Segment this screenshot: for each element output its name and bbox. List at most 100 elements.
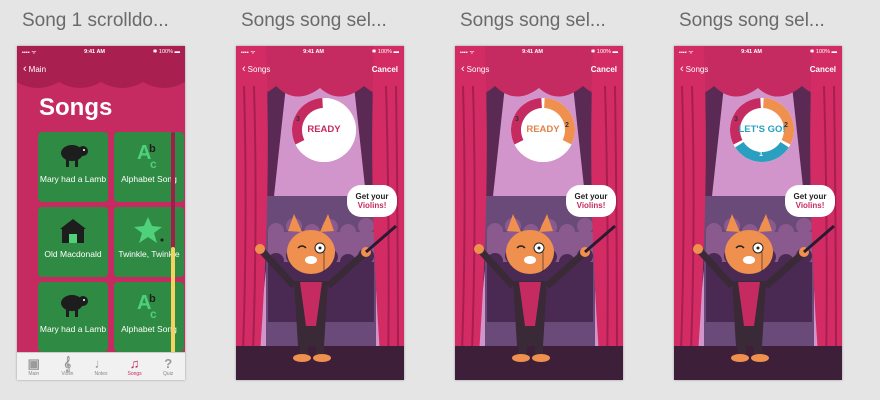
- back-label: Songs: [466, 64, 490, 74]
- artboard-title[interactable]: Songs song sel...: [460, 10, 606, 32]
- back-button[interactable]: ‹ Songs: [680, 63, 708, 75]
- note-icon: ♩: [94, 355, 108, 371]
- status-bar: ▪▪▪▪ ᯤ 9:41 AM ✱ 100% ▬: [236, 46, 404, 57]
- back-label: Songs: [247, 64, 271, 74]
- back-button[interactable]: ‹ Songs: [461, 63, 489, 75]
- countdown-number: 3: [296, 116, 300, 123]
- countdown-dial: READY 3: [292, 98, 356, 162]
- countdown-text: READY: [307, 124, 341, 135]
- page-title: Songs: [39, 94, 113, 121]
- cancel-button[interactable]: Cancel: [591, 65, 617, 74]
- main-icon: ▣: [27, 355, 40, 371]
- signal-indicator: ▪▪▪▪ ᯤ: [460, 49, 475, 56]
- status-bar: ▪▪▪▪ ᯤ 9:41 AM ✱ 100% ▬: [17, 46, 185, 57]
- speech-bubble: Get your Violins!: [566, 185, 616, 217]
- svg-text:b: b: [149, 293, 156, 305]
- bubble-text: Get your: [355, 192, 389, 201]
- music-notes-icon: ♫: [129, 355, 140, 371]
- question-icon: ?: [164, 355, 173, 371]
- bubble-text: Get your: [793, 192, 827, 201]
- songs-list-screen: ▪▪▪▪ ᯤ 9:41 AM ✱ 100% ▬ ‹ Main Songs Mar…: [17, 46, 185, 380]
- countdown-number: 3: [734, 116, 738, 123]
- countdown-dial: READY 3 2: [511, 98, 575, 162]
- speech-bubble: Get your Violins!: [785, 185, 835, 217]
- abc-icon: Abc: [132, 138, 166, 172]
- status-bar: ▪▪▪▪ ᯤ 9:41 AM ✱ 100% ▬: [455, 46, 623, 57]
- chevron-left-icon: ‹: [461, 63, 465, 75]
- artboard-title[interactable]: Song 1 scrolldo...: [22, 10, 169, 32]
- back-button[interactable]: ‹ Main: [23, 63, 46, 75]
- chevron-left-icon: ‹: [23, 63, 27, 75]
- song-tile-label: Old Macdonald: [44, 249, 102, 259]
- status-bar: ▪▪▪▪ ᯤ 9:41 AM ✱ 100% ▬: [674, 46, 842, 57]
- song-tile[interactable]: Mary had a Lamb: [38, 132, 108, 202]
- design-board: Song 1 scrolldo... Songs song sel... Son…: [0, 0, 880, 400]
- artboard-title[interactable]: Songs song sel...: [241, 10, 387, 32]
- tab-label: Notes: [94, 370, 108, 377]
- nav-bar: ‹ Main: [17, 58, 185, 80]
- bubble-highlight: Violins!: [357, 201, 387, 210]
- tab-bar: ▣ Main 𝄞 Violin ♩ Notes ♫ Songs ? Quiz: [17, 352, 185, 380]
- signal-indicator: ▪▪▪▪ ᯤ: [679, 49, 694, 56]
- countdown-number: 3: [515, 116, 519, 123]
- song-select-screen: ▪▪▪▪ ᯤ 9:41 AM ✱ 100% ▬ ‹ Songs Cancel R…: [236, 46, 404, 380]
- bubble-highlight: Violins!: [576, 201, 606, 210]
- countdown-number: 1: [759, 151, 763, 158]
- battery-indicator: ✱ 100% ▬: [371, 48, 399, 55]
- nav-bar: ‹ Songs Cancel: [236, 58, 404, 80]
- cancel-button[interactable]: Cancel: [372, 65, 398, 74]
- song-tile-label: Mary had a Lamb: [39, 324, 107, 334]
- countdown-number: 2: [565, 122, 569, 129]
- battery-indicator: ✱ 100% ▬: [590, 48, 618, 55]
- clock: 9:41 AM: [741, 48, 762, 55]
- song-tile[interactable]: Old Macdonald: [38, 207, 108, 277]
- clock: 9:41 AM: [522, 48, 543, 55]
- clock: 9:41 AM: [84, 48, 105, 55]
- chevron-left-icon: ‹: [680, 63, 684, 75]
- chevron-left-icon: ‹: [242, 63, 246, 75]
- tab-violin[interactable]: 𝄞 Violin: [52, 356, 82, 377]
- song-select-screen: ▪▪▪▪ ᯤ 9:41 AM ✱ 100% ▬ ‹ Songs Cancel L…: [674, 46, 842, 380]
- scrollbar[interactable]: [171, 132, 175, 357]
- song-grid: Mary had a Lamb Abc Alphabet Song Old Ma…: [38, 132, 185, 352]
- tab-label: Songs: [127, 370, 142, 377]
- back-label: Songs: [685, 64, 709, 74]
- song-tile-label: Alphabet Song: [121, 174, 177, 184]
- back-label: Main: [28, 64, 47, 74]
- signal-indicator: ▪▪▪▪ ᯤ: [22, 49, 37, 56]
- tab-label: Quiz: [163, 370, 174, 377]
- svg-text:c: c: [150, 157, 157, 171]
- countdown-text: READY: [526, 124, 560, 135]
- scrollbar-thumb[interactable]: [171, 247, 175, 357]
- countdown-dial: LET'S GO! 321: [730, 98, 794, 162]
- abc-icon: Abc: [132, 288, 166, 322]
- tab-main[interactable]: ▣ Main: [19, 355, 49, 377]
- speech-bubble: Get your Violins!: [347, 185, 397, 217]
- tab-label: Main: [28, 370, 40, 377]
- song-tile-label: Mary had a Lamb: [39, 174, 107, 184]
- song-tile-label: Alphabet Song: [121, 324, 177, 334]
- song-select-screen: ▪▪▪▪ ᯤ 9:41 AM ✱ 100% ▬ ‹ Songs Cancel R…: [455, 46, 623, 380]
- clock: 9:41 AM: [303, 48, 324, 55]
- countdown-number: 2: [784, 122, 788, 129]
- sheep-icon: [56, 288, 90, 322]
- bubble-highlight: Violins!: [795, 201, 825, 210]
- barn-icon: [56, 213, 90, 247]
- tab-label: Violin: [61, 370, 74, 377]
- battery-indicator: ✱ 100% ▬: [809, 48, 837, 55]
- song-tile[interactable]: Mary had a Lamb: [38, 282, 108, 352]
- svg-text:b: b: [149, 143, 156, 155]
- cancel-button[interactable]: Cancel: [810, 65, 836, 74]
- nav-bar: ‹ Songs Cancel: [455, 58, 623, 80]
- nav-bar: ‹ Songs Cancel: [674, 58, 842, 80]
- artboard-title[interactable]: Songs song sel...: [679, 10, 825, 32]
- star-icon: [132, 213, 166, 247]
- back-button[interactable]: ‹ Songs: [242, 63, 270, 75]
- tab-notes[interactable]: ♩ Notes: [86, 355, 116, 377]
- bubble-text: Get your: [574, 192, 608, 201]
- svg-text:c: c: [150, 307, 157, 321]
- tab-songs[interactable]: ♫ Songs: [120, 355, 150, 377]
- signal-indicator: ▪▪▪▪ ᯤ: [241, 49, 256, 56]
- tab-quiz[interactable]: ? Quiz: [153, 355, 183, 377]
- battery-indicator: ✱ 100% ▬: [152, 48, 180, 55]
